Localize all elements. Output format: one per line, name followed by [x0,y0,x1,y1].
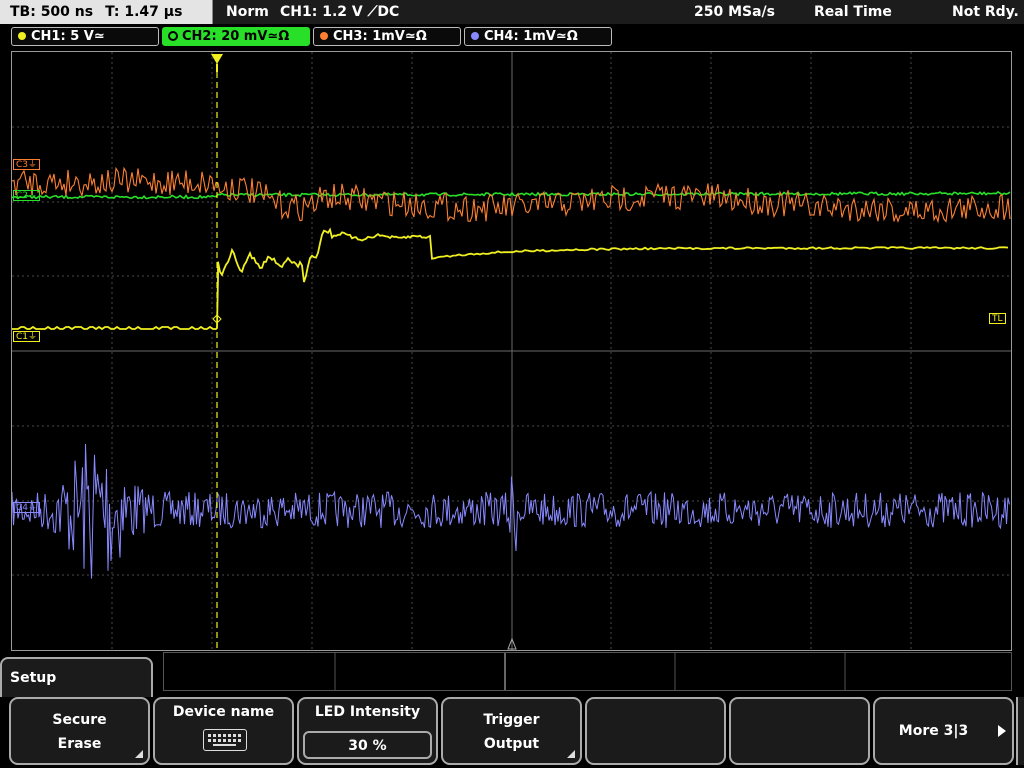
channel-2-label: CH2: 20 mV≃Ω [182,29,290,44]
secure-erase-line2: Erase [57,736,102,752]
more-softkey[interactable]: More 3|3 [873,697,1014,765]
channel-2-dot-icon [169,32,177,40]
trigger-output-line1: Trigger [483,712,540,728]
trigger-setting[interactable]: CH1: 1.2 V ⟋DC [280,0,399,24]
channel-3-label: CH3: 1mV≃Ω [333,29,427,44]
keyboard-icon [203,729,247,751]
setup-menu-tab[interactable]: Setup [0,657,153,697]
menu-edge [1016,697,1024,765]
acquisition-mode: Real Time [814,4,892,20]
led-intensity-label: LED Intensity [314,704,421,720]
channel-1-dot-icon [18,32,26,40]
channel-1-trace [12,227,1009,331]
more-label: More 3|3 [898,723,969,739]
graticule [12,52,1011,650]
waveform-canvas [12,52,1011,650]
c1-ground-marker[interactable]: C1⏚ [13,331,41,342]
empty-softkey-6[interactable] [729,697,870,765]
trigger-level-marker[interactable]: TL [989,313,1006,324]
channel-4-dot-icon [471,32,479,40]
channel-4-button[interactable]: CH4: 1mV≃Ω [464,27,612,46]
sample-rate: 250 MSa/s [694,4,776,20]
trigger-position-icon [211,54,223,64]
submenu-corner-icon [135,750,143,758]
c4-ground-marker[interactable]: C4⏚ [13,502,41,513]
right-arrow-icon [998,725,1006,737]
c2-ground-marker[interactable]: C2⏚ [13,190,41,201]
led-intensity-softkey[interactable]: LED Intensity 30 % [297,697,438,765]
empty-softkey-5[interactable] [585,697,726,765]
c3-ground-marker[interactable]: C3⏚ [13,159,41,170]
trigger-time-value: T: 1.47 µs [105,4,183,20]
trigger-mode[interactable]: Norm [226,0,269,24]
secure-erase-line1: Secure [52,712,107,728]
timebase-box[interactable]: TB: 500 ns T: 1.47 µs [0,0,213,24]
timebase-value: TB: 500 ns [10,4,94,20]
channel-3-button[interactable]: CH3: 1mV≃Ω [313,27,461,46]
trigger-output-softkey[interactable]: Trigger Output [441,697,582,765]
acquisition-status: Not Rdy. [952,4,1019,20]
channel-3-dot-icon [320,32,328,40]
device-name-label: Device name [172,704,275,720]
channel-4-trace [12,443,1010,579]
channel-4-label: CH4: 1mV≃Ω [484,29,578,44]
submenu-corner-icon [567,750,575,758]
device-name-softkey[interactable]: Device name [153,697,294,765]
channel-1-label: CH1: 5 V≃ [31,29,105,44]
led-intensity-value[interactable]: 30 % [303,731,432,759]
secure-erase-softkey[interactable]: Secure Erase [9,697,150,765]
zoom-strip [163,652,1012,691]
trigger-output-line2: Output [483,736,540,752]
channel-1-button[interactable]: CH1: 5 V≃ [11,27,159,46]
channel-2-button[interactable]: CH2: 20 mV≃Ω [162,27,310,46]
waveform-display[interactable]: C3⏚ C2⏚ C1⏚ C4⏚ TL [11,51,1012,651]
